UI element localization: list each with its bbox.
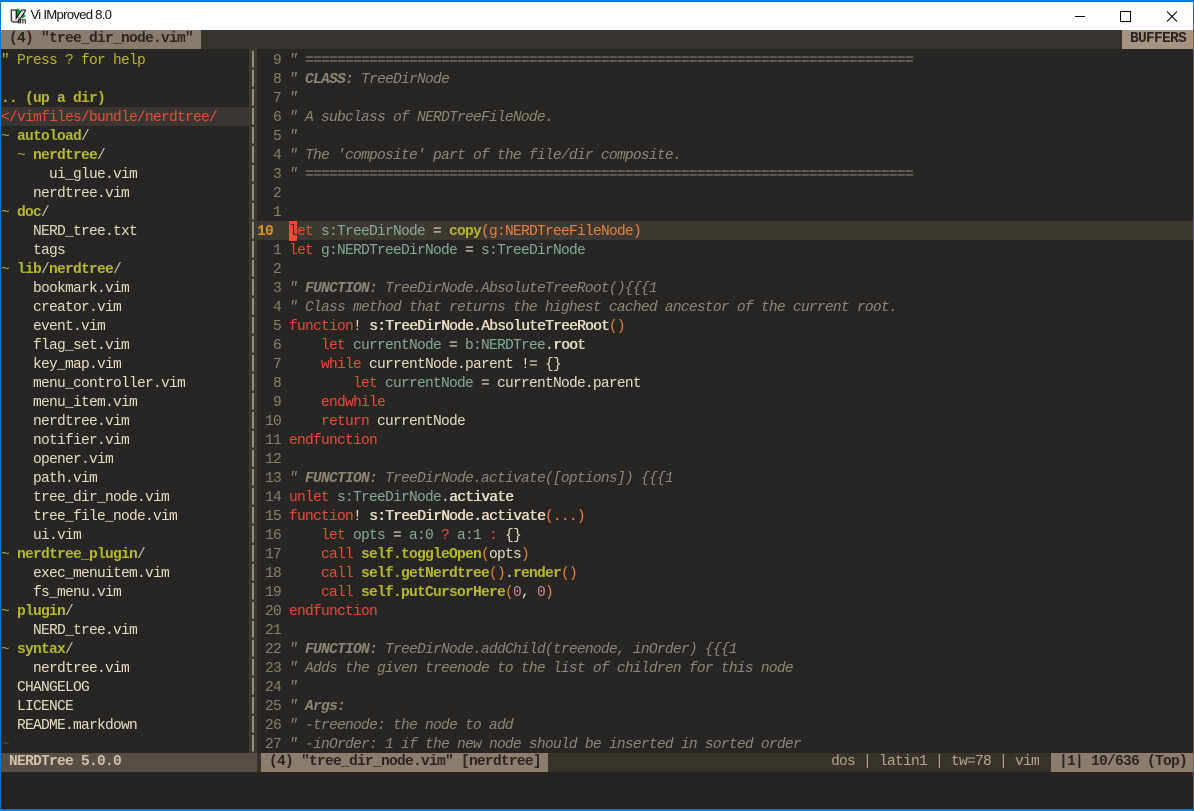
svg-text:im: im	[18, 16, 26, 24]
